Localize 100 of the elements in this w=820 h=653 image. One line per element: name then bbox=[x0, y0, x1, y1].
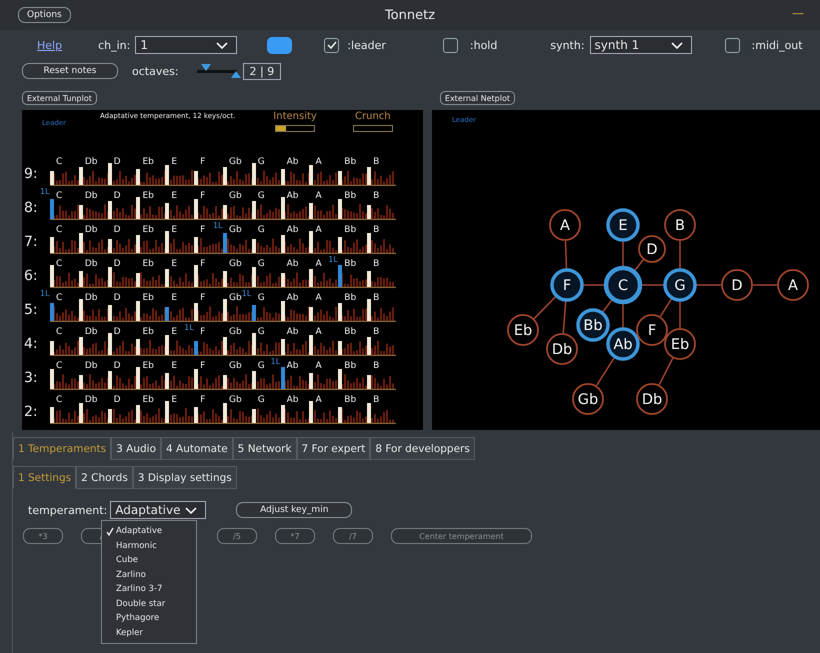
note-label: Gb bbox=[228, 293, 242, 303]
tab[interactable]: 1 Settings bbox=[13, 466, 76, 489]
temperament-option[interactable]: Adaptative bbox=[102, 524, 196, 538]
edge-line bbox=[753, 284, 777, 286]
node-label: A bbox=[788, 278, 798, 294]
tab[interactable]: 8 For developpers bbox=[370, 437, 475, 460]
note-label: C bbox=[56, 191, 62, 201]
edge-line bbox=[658, 358, 674, 386]
node-label: C bbox=[618, 278, 628, 294]
hold-checkbox[interactable] bbox=[442, 38, 458, 52]
temperament-option[interactable]: Kepler bbox=[102, 626, 196, 640]
reset-notes-button[interactable]: Reset notes bbox=[22, 63, 118, 79]
edge-line bbox=[583, 284, 605, 286]
note-label: Db bbox=[84, 293, 98, 303]
options-button[interactable]: Options bbox=[18, 7, 71, 23]
node-label: F bbox=[562, 278, 572, 294]
note-node[interactable] bbox=[606, 208, 640, 242]
note-node[interactable] bbox=[664, 209, 696, 241]
synth-select[interactable]: synth 1 bbox=[590, 36, 692, 54]
temperament-option[interactable]: Zarlino bbox=[102, 568, 196, 582]
tab[interactable]: 3 Audio bbox=[111, 437, 162, 460]
note-label: C bbox=[56, 361, 62, 371]
note-label: Eb bbox=[142, 395, 154, 405]
note-node[interactable] bbox=[572, 383, 604, 415]
tab[interactable]: 1 Temperaments bbox=[13, 437, 112, 460]
node-label: Eb bbox=[670, 337, 690, 353]
temperament-option[interactable]: Pythagore bbox=[102, 611, 196, 626]
crunch-label: Crunch bbox=[355, 112, 391, 122]
note-node[interactable] bbox=[777, 269, 809, 301]
edge-line bbox=[564, 240, 568, 270]
leader-label: :leader bbox=[347, 38, 386, 52]
note-node[interactable] bbox=[507, 314, 539, 346]
edge-line bbox=[622, 241, 624, 267]
color-button[interactable] bbox=[267, 36, 292, 54]
leader-checkbox[interactable] bbox=[324, 38, 340, 52]
temperament-option[interactable]: Zarlino 3-7 bbox=[102, 582, 196, 596]
note-label: Db bbox=[84, 395, 98, 405]
note-node[interactable] bbox=[664, 328, 696, 360]
temperament-select[interactable]: Adaptative bbox=[110, 501, 206, 519]
note-node[interactable] bbox=[721, 269, 753, 301]
note-label: A bbox=[315, 157, 322, 167]
note-label: Bb bbox=[344, 361, 356, 371]
external-netplot-button[interactable]: External Netplot bbox=[440, 91, 515, 105]
temperament-option[interactable]: Double star bbox=[102, 596, 196, 611]
tab[interactable]: 4 Automate bbox=[161, 437, 233, 460]
temperament-option[interactable]: Harmonic bbox=[102, 538, 196, 553]
node-label: D bbox=[731, 278, 743, 294]
help-link[interactable]: Help bbox=[37, 38, 62, 52]
node-label: Gb bbox=[578, 392, 598, 408]
note-node[interactable] bbox=[549, 209, 581, 241]
note-node[interactable] bbox=[606, 327, 640, 361]
note-label: G bbox=[258, 225, 265, 235]
note-label: A bbox=[315, 395, 322, 405]
temperament-label: temperament: bbox=[28, 504, 108, 516]
note-label: C bbox=[56, 259, 62, 269]
note-node[interactable] bbox=[546, 333, 578, 365]
note-label: Ab bbox=[286, 361, 298, 371]
note-label: Ab bbox=[286, 293, 298, 303]
note-label: Ab bbox=[286, 327, 298, 337]
note-label: Bb bbox=[344, 225, 356, 235]
synth-label: synth: bbox=[550, 38, 585, 52]
note-label: Gb bbox=[228, 259, 242, 269]
tab[interactable]: 2 Chords bbox=[76, 466, 133, 489]
leader-marker: 1L bbox=[40, 187, 50, 196]
note-node[interactable] bbox=[636, 383, 668, 415]
tab[interactable]: 5 Network bbox=[232, 437, 297, 460]
note-label: A bbox=[315, 259, 322, 269]
octaves-value[interactable]: 2 | 9 bbox=[242, 62, 282, 80]
note-label: Ab bbox=[286, 395, 298, 405]
note-label: Bb bbox=[344, 327, 356, 337]
note-node[interactable] bbox=[638, 235, 666, 263]
note-node[interactable] bbox=[550, 268, 584, 302]
note-node[interactable] bbox=[636, 314, 668, 346]
note-node[interactable] bbox=[576, 308, 610, 342]
external-tunplot-button[interactable]: External Tunplot bbox=[22, 91, 97, 105]
octave-label: 2: bbox=[23, 404, 39, 422]
tab[interactable]: 3 Display settings bbox=[132, 466, 237, 489]
note-label: G bbox=[258, 327, 265, 337]
minimize-button[interactable]: — bbox=[790, 6, 806, 20]
adjust-key-min-button[interactable]: Adjust key_min bbox=[236, 502, 352, 518]
note-label: F bbox=[200, 327, 206, 337]
note-label: Ab bbox=[286, 191, 298, 201]
note-label: B bbox=[373, 361, 380, 371]
edge-line bbox=[562, 300, 566, 334]
node-label: Ab bbox=[613, 337, 633, 353]
edge-line bbox=[596, 357, 616, 386]
note-label: Ab bbox=[286, 225, 298, 235]
leader-marker: 1L bbox=[242, 289, 252, 298]
edge-line bbox=[602, 298, 613, 313]
node-label: A bbox=[560, 218, 570, 234]
midi-out-checkbox[interactable] bbox=[724, 38, 740, 52]
note-label: F bbox=[200, 225, 206, 235]
temperament-option[interactable]: Cube bbox=[102, 553, 196, 568]
note-label: A bbox=[315, 327, 322, 337]
note-node[interactable] bbox=[663, 268, 697, 302]
tab[interactable]: 7 For expert bbox=[296, 437, 370, 460]
ch-in-select[interactable]: 1 bbox=[135, 36, 238, 54]
note-label: C bbox=[56, 293, 62, 303]
note-label: Eb bbox=[142, 225, 154, 235]
note-node[interactable] bbox=[604, 266, 642, 304]
